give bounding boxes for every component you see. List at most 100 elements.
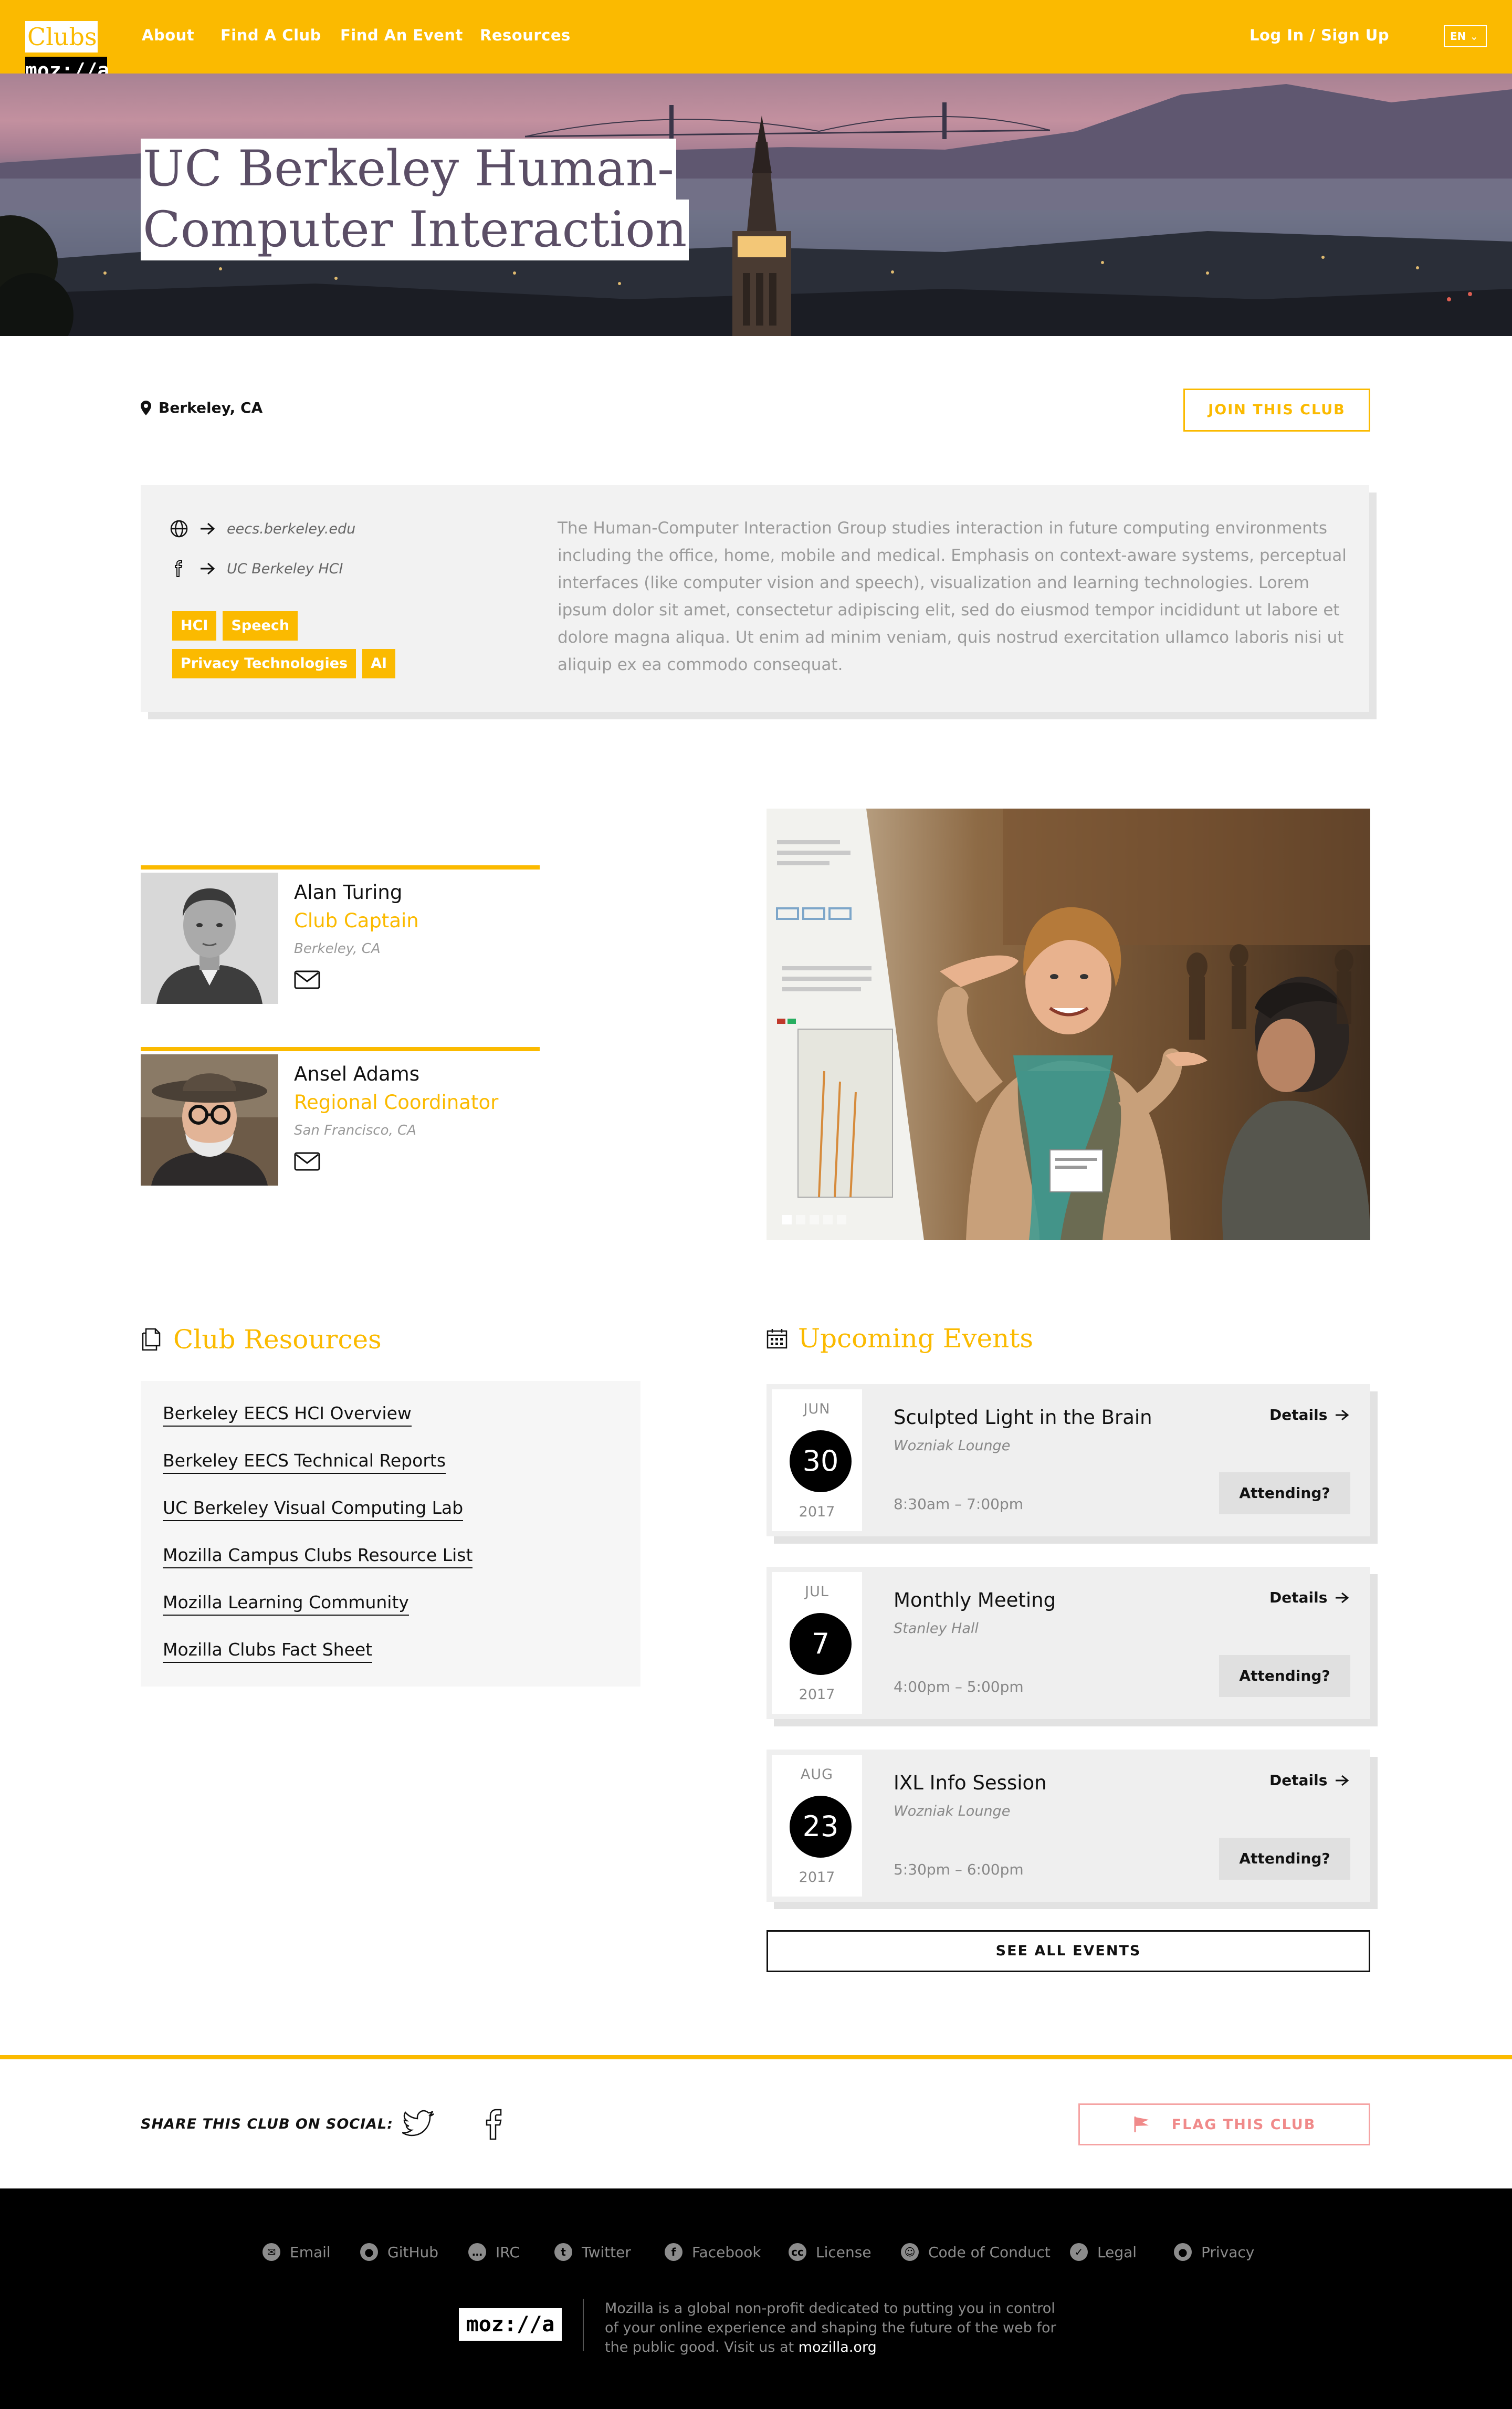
carousel-dot[interactable] — [810, 1215, 819, 1224]
arrow-right-icon — [1336, 1409, 1349, 1420]
resources-title: Club Resources — [173, 1324, 382, 1355]
event-title: IXL Info Session — [894, 1772, 1047, 1794]
email-icon — [294, 1152, 320, 1171]
tag-ai[interactable]: AI — [362, 649, 396, 678]
footer-link-github[interactable]: ● GitHub — [360, 2243, 438, 2261]
footer-link-twitter[interactable]: t Twitter — [554, 2243, 631, 2261]
footer-link-email[interactable]: ✉ Email — [262, 2243, 331, 2261]
carousel-dot[interactable] — [823, 1215, 833, 1224]
footer-link-irc[interactable]: … IRC — [468, 2243, 520, 2261]
club-photo-carousel[interactable] — [766, 809, 1370, 1240]
footer-link-label: Facebook — [692, 2243, 761, 2261]
leader-role: Regional Coordinator — [294, 1091, 499, 1114]
facebook-link[interactable]: UC Berkeley HCI — [170, 560, 343, 578]
tag-hci[interactable]: HCI — [172, 611, 217, 641]
calendar-icon — [766, 1329, 788, 1349]
event-details-link[interactable]: Details — [1269, 1772, 1349, 1789]
arrow-right-icon — [201, 522, 215, 535]
legal-icon: ✓ — [1070, 2243, 1088, 2261]
arrow-right-icon — [201, 562, 215, 575]
nav-link-resources[interactable]: Resources — [480, 26, 571, 44]
event-time: 4:00pm – 5:00pm — [894, 1678, 1024, 1695]
event-year: 2017 — [799, 1504, 835, 1520]
footer-link-facebook[interactable]: f Facebook — [665, 2243, 761, 2261]
flag-club-button[interactable]: FLAG THIS CLUB — [1078, 2103, 1370, 2145]
carousel-dots — [782, 1215, 846, 1224]
resource-link[interactable]: Mozilla Clubs Fact Sheet — [163, 1639, 373, 1663]
join-club-button[interactable]: JOIN THIS CLUB — [1183, 389, 1370, 432]
attending-button[interactable]: Attending? — [1219, 1838, 1350, 1880]
language-select[interactable]: EN ⌄ — [1444, 25, 1487, 47]
footer-link-privacy[interactable]: ● Privacy — [1174, 2243, 1254, 2261]
chevron-down-icon: ⌄ — [1469, 30, 1479, 43]
leader-location: San Francisco, CA — [294, 1123, 416, 1138]
event-details-link[interactable]: Details — [1269, 1406, 1349, 1423]
mozilla-logo[interactable]: moz://a — [459, 2308, 562, 2341]
nav-link-find-event[interactable]: Find An Event — [340, 26, 463, 44]
twitter-icon: t — [554, 2243, 572, 2261]
leader-name: Ansel Adams — [294, 1063, 419, 1085]
footer-link-label: GitHub — [387, 2243, 439, 2261]
see-all-events-button[interactable]: SEE ALL EVENTS — [766, 1930, 1370, 1972]
top-navigation: Clubs moz://a About Find A Club Find An … — [0, 0, 1512, 84]
attending-button[interactable]: Attending? — [1219, 1472, 1350, 1514]
resource-link[interactable]: UC Berkeley Visual Computing Lab — [163, 1497, 464, 1521]
event-year: 2017 — [799, 1869, 835, 1886]
leader-location: Berkeley, CA — [294, 941, 381, 957]
event-time: 8:30am – 7:00pm — [894, 1495, 1024, 1513]
share-twitter-button[interactable] — [400, 2110, 436, 2140]
event-venue: Wozniak Lounge — [894, 1438, 1011, 1454]
club-photo — [766, 809, 1370, 1240]
tag-speech[interactable]: Speech — [223, 611, 298, 641]
tag-privacy-technologies[interactable]: Privacy Technologies — [172, 649, 356, 678]
club-title-line-1: UC Berkeley Human- — [141, 139, 676, 200]
attending-button[interactable]: Attending? — [1219, 1655, 1350, 1697]
nav-link-find-club[interactable]: Find A Club — [220, 26, 321, 44]
share-facebook-button[interactable] — [485, 2109, 504, 2142]
footer-link-label: Privacy — [1201, 2243, 1255, 2261]
tags-row-2: Privacy Technologies AI — [172, 649, 396, 678]
facebook-icon — [175, 560, 183, 577]
resource-link[interactable]: Mozilla Campus Clubs Resource List — [163, 1545, 473, 1568]
club-title-line-2: Computer Interaction — [141, 200, 689, 260]
footer-link-code-of-conduct[interactable]: ☺ Code of Conduct — [901, 2243, 1051, 2261]
logo-clubs-text: Clubs — [25, 21, 98, 53]
event-venue: Stanley Hall — [894, 1620, 979, 1637]
event-day: 7 — [790, 1613, 852, 1675]
hero-banner: UC Berkeley Human- Computer Interaction — [0, 74, 1512, 336]
event-details-label: Details — [1269, 1589, 1328, 1606]
carousel-dot[interactable] — [837, 1215, 846, 1224]
footer-link-label: Email — [290, 2243, 331, 2261]
resource-link[interactable]: Berkeley EECS HCI Overview — [163, 1403, 412, 1427]
event-month: JUN — [803, 1401, 831, 1417]
event-card: JUL 7 2017 Monthly Meeting Stanley Hall … — [766, 1567, 1370, 1719]
website-link[interactable]: eecs.berkeley.edu — [170, 520, 355, 538]
leader-avatar — [141, 873, 278, 1004]
footer-link-license[interactable]: cc License — [789, 2243, 872, 2261]
mozilla-mission-text: Mozilla is a global non-profit dedicated… — [605, 2299, 1056, 2357]
mozilla-org-link[interactable]: mozilla.org — [799, 2339, 877, 2355]
login-signup-link[interactable]: Log In / Sign Up — [1250, 26, 1389, 44]
footer-link-legal[interactable]: ✓ Legal — [1070, 2243, 1137, 2261]
footer-link-label: IRC — [496, 2243, 520, 2261]
footer-link-label: Legal — [1097, 2243, 1137, 2261]
club-location-text: Berkeley, CA — [159, 399, 263, 416]
carousel-dot[interactable] — [796, 1215, 805, 1224]
email-leader-button[interactable] — [294, 1152, 320, 1173]
resources-list: Berkeley EECS HCI Overview Berkeley EECS… — [141, 1381, 640, 1687]
event-details-link[interactable]: Details — [1269, 1589, 1349, 1606]
event-title: Sculpted Light in the Brain — [894, 1406, 1152, 1429]
share-label: SHARE THIS CLUB ON SOCIAL: — [141, 2116, 394, 2132]
carousel-dot-active[interactable] — [782, 1215, 792, 1224]
flag-club-label: FLAG THIS CLUB — [1171, 2116, 1316, 2133]
nav-link-about[interactable]: About — [142, 26, 194, 44]
resource-link[interactable]: Mozilla Learning Community — [163, 1592, 409, 1616]
event-date-block: JUN 30 2017 — [772, 1389, 862, 1531]
leader-name: Alan Turing — [294, 881, 403, 904]
event-time: 5:30pm – 6:00pm — [894, 1861, 1024, 1878]
footer-link-label: License — [816, 2243, 872, 2261]
email-leader-button[interactable] — [294, 970, 320, 991]
resource-link[interactable]: Berkeley EECS Technical Reports — [163, 1450, 446, 1474]
share-divider — [0, 2055, 1512, 2059]
leader-avatar — [141, 1054, 278, 1186]
